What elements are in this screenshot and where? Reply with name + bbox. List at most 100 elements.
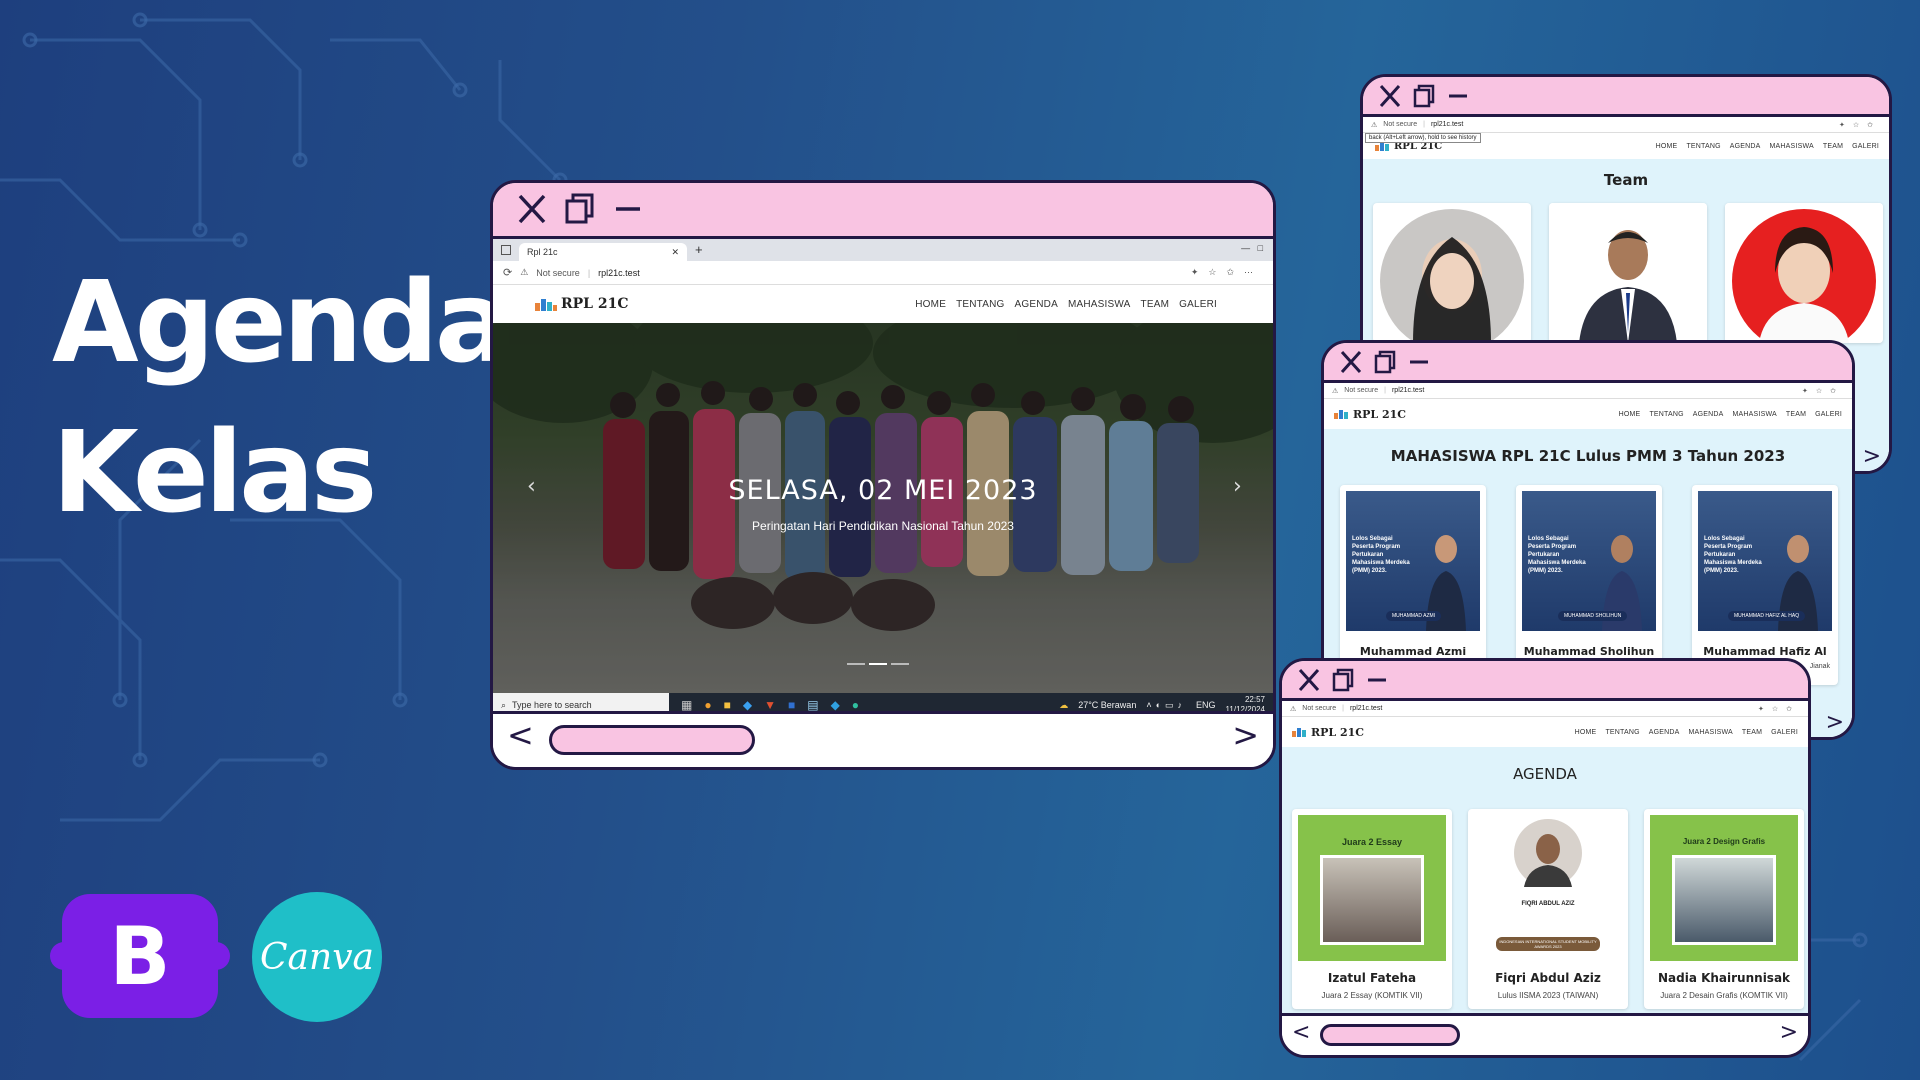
menu-agenda[interactable]: AGENDA	[1730, 143, 1761, 150]
taskbar-apps[interactable]: ▦ ● ■ ◆ ▼ ■ ▤ ◆ ●	[681, 698, 859, 712]
carousel-indicator-active[interactable]	[869, 663, 887, 665]
folder-icon[interactable]: ■	[724, 698, 731, 712]
chrome-icon[interactable]: ●	[704, 698, 711, 712]
tab-actions-icon[interactable]	[501, 245, 511, 255]
menu-tentang[interactable]: TENTANG	[1649, 411, 1683, 418]
new-tab-icon[interactable]: +	[695, 242, 703, 257]
search-icon: ⌕	[501, 699, 507, 710]
task-view-icon[interactable]: ▦	[681, 698, 692, 712]
agenda-card[interactable]: Juara 2 Design Grafis Nadia Khairunnisak…	[1644, 809, 1804, 1009]
menu-team[interactable]: TEAM	[1823, 143, 1843, 150]
menu-galeri[interactable]: GALERI	[1771, 729, 1798, 736]
menu-agenda[interactable]: AGENDA	[1015, 299, 1058, 310]
chevron-right-icon[interactable]: >	[1780, 1020, 1798, 1045]
maximize-icon[interactable]	[1332, 668, 1354, 692]
carousel-indicator[interactable]	[847, 663, 865, 665]
url-text: rpl21c.test	[598, 267, 640, 278]
tray-icons[interactable]: ˄◐▭♪	[1146, 700, 1186, 711]
team-card[interactable]	[1725, 203, 1883, 343]
menu-agenda[interactable]: AGENDA	[1693, 411, 1724, 418]
brand-name: RPL 21C	[1311, 725, 1365, 739]
maximize-icon[interactable]	[1374, 350, 1396, 374]
close-icon[interactable]	[517, 193, 547, 225]
menu-mahasiswa[interactable]: MAHASISWA	[1068, 299, 1131, 310]
word-icon[interactable]: ■	[788, 698, 795, 712]
maximize-icon[interactable]	[1413, 84, 1435, 108]
student-card[interactable]: Lolos Sebagai Peserta Program Pertukaran…	[1692, 485, 1838, 685]
vscode-icon[interactable]: ◆	[743, 698, 752, 712]
chevron-right-icon[interactable]: >	[1232, 716, 1259, 754]
close-icon[interactable]	[1340, 350, 1362, 374]
menu-team[interactable]: TEAM	[1786, 411, 1806, 418]
chevron-left-icon[interactable]: <	[507, 716, 534, 754]
agenda-card[interactable]: Juara 2 Essay Izatul Fateha Juara 2 Essa…	[1292, 809, 1452, 1009]
reload-icon[interactable]: ⟳	[503, 266, 512, 279]
menu-mahasiswa[interactable]: MAHASISWA	[1770, 143, 1814, 150]
browser-toolbar-icons[interactable]: ✦☆✩	[1758, 705, 1800, 713]
menu-galeri[interactable]: GALERI	[1815, 411, 1842, 418]
close-icon[interactable]	[1379, 84, 1401, 108]
browser-toolbar-icons[interactable]: ✦☆✩⋯	[1191, 267, 1263, 278]
browser-toolbar-icons[interactable]: ✦☆✩	[1839, 121, 1881, 129]
site-brand[interactable]: RPL 21C	[1334, 408, 1406, 421]
agenda-poster-title: Juara 2 Essay	[1341, 837, 1403, 847]
maximize-icon[interactable]	[565, 193, 595, 225]
menu-mahasiswa[interactable]: MAHASISWA	[1689, 729, 1733, 736]
team-card[interactable]	[1549, 203, 1707, 343]
student-card[interactable]: Lolos Sebagai Peserta Program Pertukaran…	[1516, 485, 1662, 685]
headline-line-1: Agenda	[52, 258, 510, 388]
minimize-icon[interactable]	[1366, 668, 1388, 692]
brave-icon[interactable]: ▼	[764, 698, 776, 712]
carousel-indicator[interactable]	[891, 663, 909, 665]
address-bar[interactable]: ⚠ Not secure | rpl21c.test ✦☆✩	[1282, 701, 1808, 717]
weather-icon[interactable]: ☁	[1059, 700, 1068, 711]
window-titlebar	[1282, 661, 1808, 701]
menu-agenda[interactable]: AGENDA	[1649, 729, 1680, 736]
menu-tentang[interactable]: TENTANG	[1686, 143, 1720, 150]
site-brand[interactable]: RPL 21C	[535, 296, 629, 312]
menu-galeri[interactable]: GALERI	[1852, 143, 1879, 150]
tab-close-icon[interactable]: ✕	[671, 247, 679, 258]
minimize-icon[interactable]	[1408, 350, 1430, 374]
menu-mahasiswa[interactable]: MAHASISWA	[1733, 411, 1777, 418]
menu-home[interactable]: HOME	[1575, 729, 1597, 736]
scroll-pill[interactable]	[1320, 1024, 1460, 1046]
browser-tab[interactable]: Rpl 21c ✕	[519, 243, 687, 261]
chevron-left-icon[interactable]: <	[1292, 1020, 1310, 1045]
menu-home[interactable]: HOME	[1656, 143, 1678, 150]
taskbar-search-placeholder: Type here to search	[512, 700, 592, 710]
scroll-pill[interactable]	[549, 725, 755, 755]
menu-team[interactable]: TEAM	[1141, 299, 1170, 310]
brand-logo-icon	[535, 299, 557, 311]
menu-team[interactable]: TEAM	[1742, 729, 1762, 736]
url-text: rpl21c.test	[1430, 121, 1464, 128]
browser-toolbar-icons[interactable]: ✦☆✩	[1802, 387, 1844, 395]
weather-text[interactable]: 27°C Berawan	[1078, 700, 1136, 710]
not-secure-label: Not secure	[1344, 387, 1379, 394]
address-bar[interactable]: ⚠ Not secure | rpl21c.test ✦☆✩	[1363, 117, 1889, 133]
bootstrap-logo: B	[50, 894, 230, 1018]
site-brand[interactable]: RPL 21C	[1292, 726, 1364, 739]
menu-home[interactable]: HOME	[915, 299, 946, 310]
close-icon[interactable]	[1298, 668, 1320, 692]
student-card[interactable]: Lolos Sebagai Peserta Program Pertukaran…	[1340, 485, 1486, 685]
address-bar[interactable]: ⚠ Not secure | rpl21c.test ✦☆✩	[1324, 383, 1852, 399]
language-indicator[interactable]: ENG	[1196, 700, 1216, 710]
menu-tentang[interactable]: TENTANG	[1605, 729, 1639, 736]
notes-icon[interactable]: ▤	[807, 698, 818, 712]
menu-home[interactable]: HOME	[1619, 411, 1641, 418]
chevron-right-icon[interactable]: >	[1863, 444, 1881, 469]
store-icon[interactable]: ◆	[831, 698, 840, 712]
student-figure	[1602, 535, 1642, 631]
agenda-card[interactable]: FIQRI ABDUL AZIZ INDONESIAN INTERNATIONA…	[1468, 809, 1628, 1009]
minimize-icon[interactable]	[1447, 84, 1469, 108]
address-bar[interactable]: ⟳ ⚠ Not secure | rpl21c.test ✦☆✩⋯	[493, 261, 1273, 285]
edge-icon[interactable]: ●	[852, 698, 859, 712]
url-text: rpl21c.test	[1391, 387, 1425, 394]
menu-galeri[interactable]: GALERI	[1179, 299, 1217, 310]
menu-tentang[interactable]: TENTANG	[956, 299, 1004, 310]
team-card[interactable]	[1373, 203, 1531, 343]
minimize-icon[interactable]	[613, 193, 643, 225]
chevron-right-icon[interactable]: >	[1826, 710, 1844, 735]
window-controls-icon[interactable]: — □	[1241, 243, 1263, 253]
